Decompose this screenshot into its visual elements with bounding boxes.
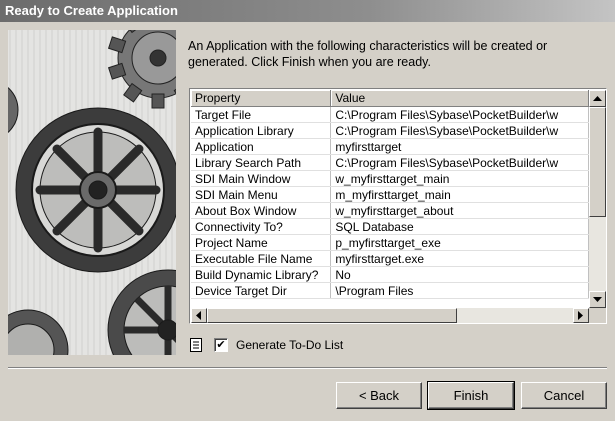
finish-button[interactable]: Finish bbox=[427, 381, 515, 410]
value-cell: C:\Program Files\Sybase\PocketBuilder\w bbox=[330, 106, 589, 123]
table-row[interactable]: Application Library C:\Program Files\Syba… bbox=[191, 122, 589, 139]
properties-grid[interactable]: Property Value Target File C:\Program Fil… bbox=[189, 88, 607, 324]
title-bar: Ready to Create Application bbox=[0, 0, 615, 22]
scroll-down-button[interactable] bbox=[589, 291, 606, 308]
property-cell: Application Library bbox=[191, 122, 332, 139]
gears-illustration bbox=[8, 30, 176, 355]
value-cell: w_myfirsttarget_about bbox=[330, 202, 589, 219]
value-cell: m_myfirsttarget_main bbox=[330, 186, 589, 203]
value-cell: SQL Database bbox=[330, 218, 589, 235]
value-cell: myfirsttarget bbox=[330, 138, 589, 155]
scroll-right-button[interactable] bbox=[573, 308, 589, 323]
cancel-button[interactable]: Cancel bbox=[521, 382, 607, 409]
window-title: Ready to Create Application bbox=[5, 3, 178, 18]
table-header-row: Property Value bbox=[191, 90, 589, 107]
horizontal-scroll-thumb[interactable] bbox=[207, 308, 457, 323]
table-row[interactable]: About Box Window w_myfirsttarget_about bbox=[191, 202, 589, 219]
arrow-right-icon bbox=[578, 311, 583, 320]
property-cell: Application bbox=[191, 138, 332, 155]
column-header-property[interactable]: Property bbox=[191, 90, 332, 107]
table-row[interactable]: Device Target Dir \Program Files bbox=[191, 282, 589, 299]
table-row[interactable]: Application myfirsttarget bbox=[191, 138, 589, 155]
scroll-thumb[interactable] bbox=[589, 107, 606, 217]
value-cell: C:\Program Files\Sybase\PocketBuilder\w bbox=[330, 122, 589, 139]
checkmark-icon: ✔ bbox=[216, 339, 226, 351]
value-cell: \Program Files bbox=[330, 282, 589, 299]
property-cell: SDI Main Window bbox=[191, 170, 332, 187]
table-row[interactable]: SDI Main Window w_myfirsttarget_main bbox=[191, 170, 589, 187]
vertical-scrollbar[interactable] bbox=[589, 90, 606, 308]
generate-todo-checkbox[interactable]: ✔ bbox=[214, 338, 228, 352]
properties-table: Property Value Target File C:\Program Fil… bbox=[191, 90, 589, 299]
scroll-up-button[interactable] bbox=[589, 90, 606, 107]
property-cell: SDI Main Menu bbox=[191, 186, 332, 203]
property-cell: Device Target Dir bbox=[191, 282, 332, 299]
property-cell: Executable File Name bbox=[191, 250, 332, 267]
property-cell: Target File bbox=[191, 106, 332, 123]
value-cell: No bbox=[330, 266, 589, 283]
table-row[interactable]: Library Search Path C:\Program Files\Syba… bbox=[191, 154, 589, 171]
separator bbox=[8, 367, 607, 369]
property-cell: Library Search Path bbox=[191, 154, 332, 171]
horizontal-scrollbar[interactable] bbox=[191, 308, 589, 323]
arrow-left-icon bbox=[196, 311, 201, 320]
property-cell: About Box Window bbox=[191, 202, 332, 219]
table-row[interactable]: Build Dynamic Library? No bbox=[191, 266, 589, 283]
value-cell: p_myfirsttarget_exe bbox=[330, 234, 589, 251]
todo-row: ✔ Generate To-Do List bbox=[190, 335, 343, 355]
property-cell: Build Dynamic Library? bbox=[191, 266, 332, 283]
value-cell: C:\Program Files\Sybase\PocketBuilder\w bbox=[330, 154, 589, 171]
table-row[interactable]: Connectivity To? SQL Database bbox=[191, 218, 589, 235]
back-button[interactable]: < Back bbox=[336, 382, 422, 409]
table-row[interactable]: SDI Main Menu m_myfirsttarget_main bbox=[191, 186, 589, 203]
scrollbar-corner bbox=[589, 308, 606, 323]
table-row[interactable]: Target File C:\Program Files\Sybase\Pocke… bbox=[191, 106, 589, 123]
table-row[interactable]: Executable File Name myfirsttarget.exe bbox=[191, 250, 589, 267]
intro-text: An Application with the following charac… bbox=[188, 39, 548, 69]
property-cell: Project Name bbox=[191, 234, 332, 251]
generate-todo-label[interactable]: Generate To-Do List bbox=[236, 338, 343, 352]
value-cell: myfirsttarget.exe bbox=[330, 250, 589, 267]
value-cell: w_myfirsttarget_main bbox=[330, 170, 589, 187]
column-header-value[interactable]: Value bbox=[330, 90, 589, 107]
property-cell: Connectivity To? bbox=[191, 218, 332, 235]
arrow-down-icon bbox=[593, 296, 602, 302]
scroll-left-button[interactable] bbox=[191, 308, 207, 323]
arrow-up-icon bbox=[593, 95, 602, 101]
table-row[interactable]: Project Name p_myfirsttarget_exe bbox=[191, 234, 589, 251]
gears-image bbox=[8, 30, 176, 355]
todo-list-icon bbox=[190, 338, 202, 352]
